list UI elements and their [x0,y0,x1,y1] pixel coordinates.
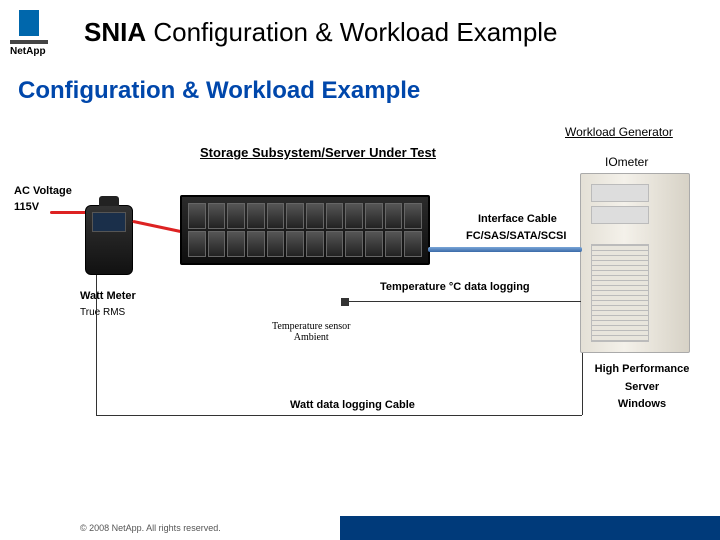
interface-types-label: FC/SAS/SATA/SCSI [466,230,566,242]
workload-generator-label: Workload Generator [565,125,673,139]
watt-cable-line [582,353,583,415]
temperature-logging-label: Temperature °C data logging [380,281,530,293]
interface-cable-line [428,247,582,252]
copyright-text: © 2008 NetApp. All rights reserved. [0,516,340,540]
storage-subsystem-label: Storage Subsystem/Server Under Test [200,145,436,160]
ac-voltage-value: 115V [14,201,39,213]
watt-meter-label: Watt Meter [80,290,136,302]
ac-voltage-label: AC Voltage [14,185,72,197]
slide-title-rest: Configuration & Workload Example [146,17,557,47]
slide-title-prefix: SNIA [84,17,146,47]
netapp-logo-mark [10,8,48,44]
temperature-sensor-label: Temperature sensor Ambient [272,321,350,343]
slide-header: NetApp SNIA Configuration & Workload Exa… [0,0,720,59]
power-cord [132,220,182,233]
server-desc-line2: Server [582,379,702,397]
watt-cable-line [96,275,97,415]
diagram-title: Configuration & Workload Example [18,77,720,105]
server-desc-line3: Windows [582,396,702,414]
watt-meter-icon [85,205,133,275]
netapp-logo-text: NetApp [10,46,46,57]
watt-logging-cable-label: Watt data logging Cable [290,399,415,411]
slide-footer: © 2008 NetApp. All rights reserved. [0,516,720,540]
server-tower-labels: High Performance Server Windows [582,361,702,414]
watt-meter-type: True RMS [80,307,125,318]
power-cord [50,211,90,214]
slide-title: SNIA Configuration & Workload Example [84,17,558,48]
server-tower-icon [580,173,690,353]
server-desc-line1: High Performance [582,361,702,379]
storage-array-icon [180,195,430,265]
workload-tool-label: IOmeter [605,155,648,169]
netapp-logo: NetApp [10,8,70,57]
diagram-canvas: AC Voltage 115V Watt Meter True RMS Stor… [10,115,710,455]
temperature-line [345,301,581,302]
interface-cable-label: Interface Cable [478,213,557,225]
watt-cable-line [96,415,582,416]
